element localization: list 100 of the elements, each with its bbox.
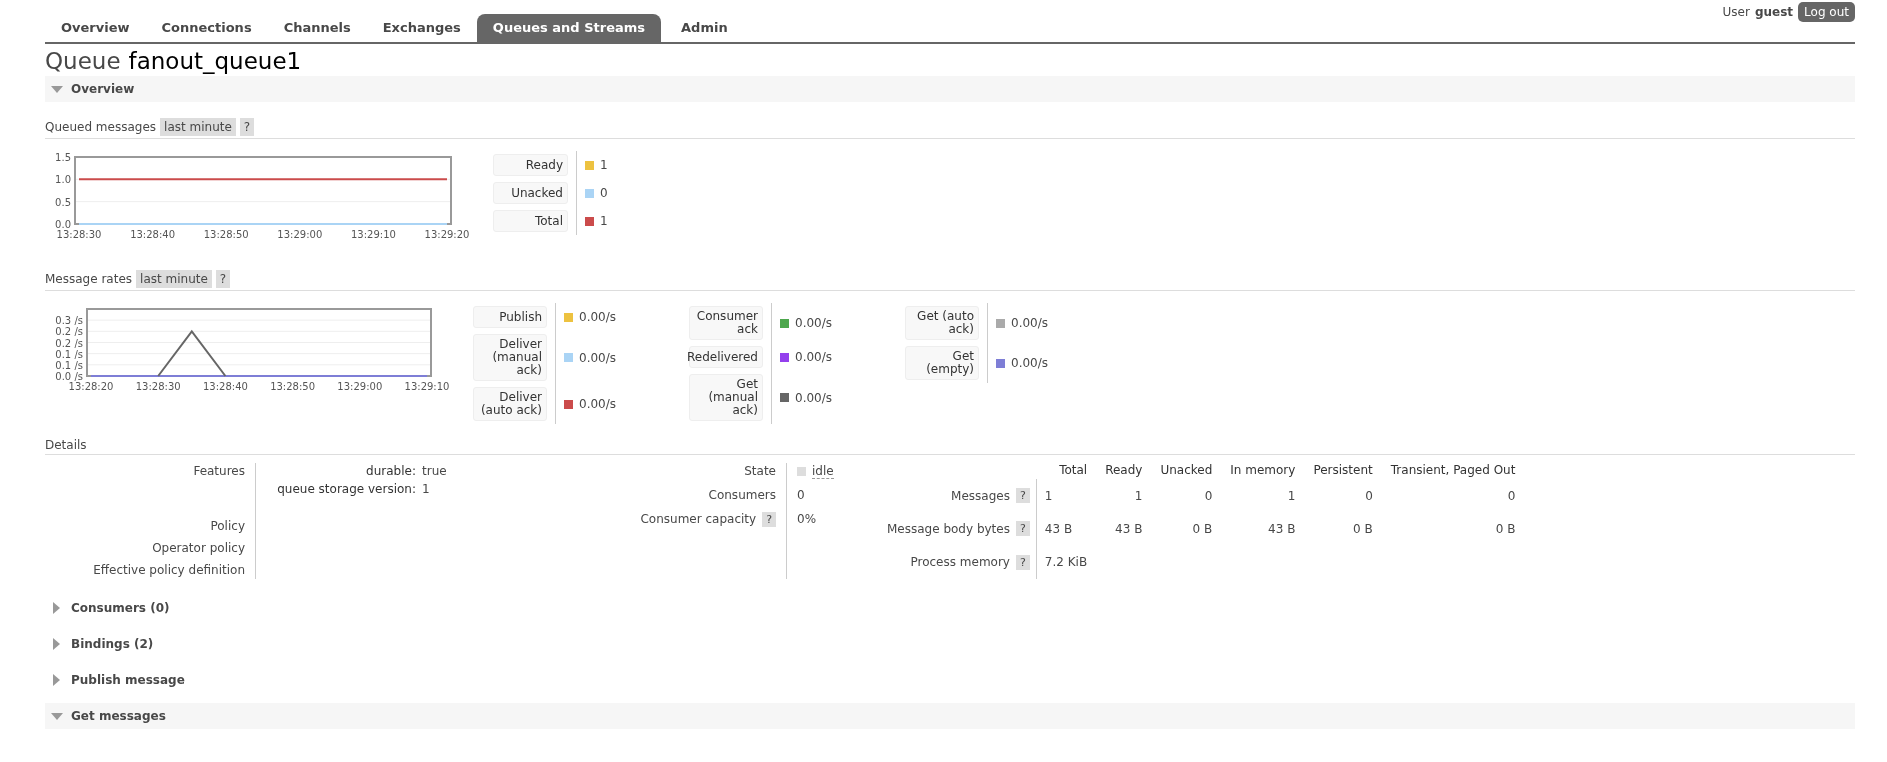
field-label: Effective policy definition: [93, 563, 245, 577]
axis-label: 0.2 /s: [55, 337, 83, 349]
state-value: idle: [812, 463, 834, 479]
nav-tab[interactable]: Connections: [145, 14, 268, 42]
section-title: Bindings (2): [71, 637, 154, 651]
legend-label[interactable]: Redelivered: [689, 346, 763, 368]
legend-label[interactable]: Unacked: [493, 182, 568, 204]
axis-label: 1.5: [55, 152, 71, 163]
axis-label: 0.1 /s: [55, 348, 83, 360]
table-cell: 1: [1212, 479, 1296, 513]
field-label: Policy: [210, 519, 245, 533]
legend-label[interactable]: Ready: [493, 154, 568, 176]
help-button[interactable]: ?: [762, 511, 776, 527]
user-name: guest: [1754, 5, 1794, 19]
axis-label: 0.2 /s: [55, 326, 83, 338]
axis-label: 13:28:50: [203, 229, 249, 240]
page-title-prefix: Queue: [45, 48, 121, 74]
field-label: Operator policy: [152, 541, 245, 555]
nav-tab[interactable]: Admin: [665, 14, 744, 42]
axis-label: 0.1 /s: [55, 359, 83, 371]
axis-label: 13:28:30: [56, 229, 102, 240]
table-cell-text: 43 B: [1114, 521, 1143, 538]
feature-value: 1: [422, 482, 430, 496]
legend-label[interactable]: Publish: [473, 306, 547, 328]
axis-label: 13:28:20: [68, 381, 114, 392]
table-cell: 43 B: [1036, 512, 1088, 546]
legend-value: 0.00/s: [579, 350, 616, 365]
legend-value: 0.00/s: [579, 310, 616, 324]
legend-value: 0.00/s: [1011, 316, 1048, 330]
subsection-title: Queued messages: [45, 120, 157, 134]
section-title: Consumers (0): [71, 601, 170, 615]
axis-label: 0.5: [55, 196, 71, 208]
axis-label: 13:29:10: [404, 381, 450, 392]
legend-label[interactable]: Get (manual ack): [689, 374, 763, 421]
user-label: User: [1722, 5, 1750, 19]
nav-tab[interactable]: Queues and Streams: [476, 14, 662, 42]
help-button[interactable]: ?: [239, 118, 255, 136]
table-cell: 7.2 KiB: [1036, 545, 1088, 579]
nav-tab[interactable]: Channels: [267, 14, 367, 42]
legend-value: 1: [600, 158, 608, 172]
column-header: Ready: [1104, 463, 1143, 479]
column-header: Total: [1036, 463, 1088, 479]
table-cell: 0 B: [1295, 512, 1373, 546]
table-cell-text: 0 B: [1494, 521, 1516, 538]
axis-label: 13:28:40: [130, 229, 176, 240]
legend-label[interactable]: Consumer ack: [689, 306, 763, 340]
axis-label: 13:28:40: [202, 381, 248, 392]
legend-value: 0.00/s: [795, 316, 832, 330]
legend-label[interactable]: Total: [493, 210, 568, 232]
axis-label: 1.0: [55, 174, 71, 186]
help-button[interactable]: ?: [1015, 488, 1030, 504]
row-label: Messages: [951, 488, 1010, 503]
section-header[interactable]: Consumers (0): [45, 595, 1855, 621]
legend-label[interactable]: Get (empty): [905, 346, 979, 380]
table-cell: 1: [1036, 479, 1088, 513]
legend-label[interactable]: Deliver (auto ack): [473, 387, 547, 421]
legend-value: 0: [600, 186, 608, 200]
table-cell: 0: [1295, 479, 1373, 513]
column-header: Unacked: [1142, 463, 1213, 479]
axis-label: 13:29:00: [277, 229, 323, 240]
subsection-title: Message rates: [45, 272, 133, 286]
logout-button[interactable]: Log out: [1798, 2, 1855, 22]
subsection-title: Details: [45, 438, 87, 452]
field-label: State: [744, 464, 776, 478]
help-button[interactable]: ?: [215, 270, 231, 288]
axis-label: 0.0: [55, 219, 71, 230]
axis-label: 13:28:50: [270, 381, 316, 392]
field-label: Consumer capacity: [640, 512, 757, 526]
section-title: Get messages: [71, 709, 166, 723]
legend-value: 0.00/s: [795, 350, 832, 364]
section-title: Overview: [71, 82, 135, 96]
axis-label: 0.3 /s: [55, 315, 83, 327]
section-header[interactable]: Publish message: [45, 667, 1855, 693]
axis-label: 13:28:30: [135, 381, 181, 392]
legend-value: 0.00/s: [795, 390, 832, 405]
help-button[interactable]: ?: [1015, 521, 1030, 537]
table-cell: 0: [1142, 479, 1213, 513]
nav-tab[interactable]: Overview: [45, 14, 146, 42]
section-header[interactable]: Bindings (2): [45, 631, 1855, 657]
section-header[interactable]: Get messages: [45, 703, 1855, 729]
help-button[interactable]: ?: [1015, 554, 1030, 570]
row-label: Message body bytes: [887, 522, 1010, 536]
field-label: Features: [193, 464, 245, 478]
column-header: In memory: [1212, 463, 1296, 479]
row-label: Process memory: [910, 555, 1010, 570]
legend-label[interactable]: Get (auto ack): [905, 306, 979, 340]
feature-value: true: [422, 464, 447, 478]
legend-label[interactable]: Deliver (manual ack): [473, 334, 547, 381]
range-button[interactable]: last minute: [136, 270, 212, 288]
column-header: Transient, Paged Out: [1372, 463, 1516, 479]
nav-tab[interactable]: Exchanges: [366, 14, 477, 42]
table-cell-text: 1: [1133, 487, 1143, 505]
field-label: Consumers: [708, 488, 776, 502]
section-header[interactable]: Overview: [45, 76, 1855, 102]
field-value: 0%: [797, 512, 817, 526]
axis-label: 13:29:20: [424, 229, 470, 240]
feature-key: durable:: [266, 464, 416, 478]
range-button[interactable]: last minute: [160, 118, 236, 136]
table-cell: 0 B: [1142, 512, 1213, 546]
feature-key: queue storage version:: [266, 482, 416, 496]
